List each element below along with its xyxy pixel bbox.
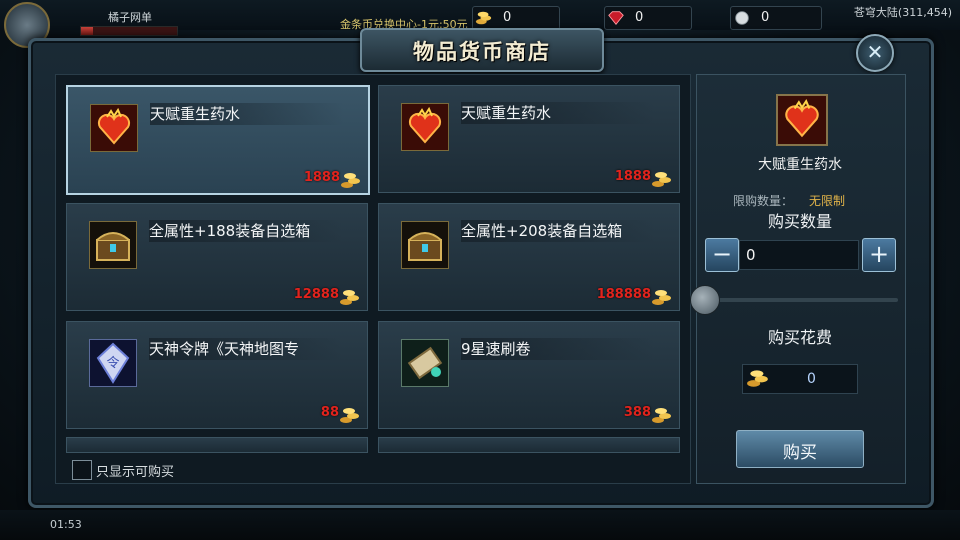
treasure-chest-icon: [89, 221, 137, 269]
item-price: 388: [623, 405, 651, 420]
item-name: 天赋重生药水: [150, 103, 344, 125]
item-name: 天赋重生药水: [461, 102, 655, 124]
potion-heart-icon: [401, 103, 449, 151]
item-card[interactable]: 天赋重生药水 1888: [66, 85, 370, 195]
shop-title-plate: 物品货币商店: [360, 28, 604, 72]
item-name: 天神令牌《天神地图专: [149, 338, 343, 360]
item-price: 1888: [303, 170, 340, 185]
decrease-quantity-button[interactable]: −: [705, 238, 739, 272]
gold-coin-icon: [652, 172, 671, 187]
plus-icon: +: [868, 240, 890, 268]
item-card[interactable]: 9星速刷卷 388: [378, 321, 680, 429]
item-card[interactable]: 全属性+208装备自选箱 188888: [378, 203, 680, 311]
item-card-partial[interactable]: [378, 437, 680, 453]
quantity-field[interactable]: 0: [739, 240, 859, 270]
minus-icon: −: [711, 240, 733, 268]
silver-currency: 0: [730, 6, 822, 30]
gold-coin-icon: [341, 173, 360, 188]
selected-item-name: 大赋重生药水: [758, 157, 842, 173]
silver-value: 0: [761, 10, 770, 25]
quantity-label: 购买数量: [767, 212, 832, 231]
silver-orb-icon: [735, 11, 749, 25]
purchasable-only-label: 只显示可购买: [96, 465, 175, 480]
gold-value: 0: [503, 10, 512, 25]
ruby-gem-icon: [608, 11, 624, 26]
item-price: 188888: [596, 287, 651, 302]
gem-currency: 0: [604, 6, 692, 30]
gold-coin-icon: [747, 370, 768, 387]
gold-coin-icon: [652, 290, 671, 305]
purchasable-only-checkbox[interactable]: [72, 460, 92, 480]
quantity-slider[interactable]: [700, 298, 898, 302]
item-card[interactable]: 令 天神令牌《天神地图专 88: [66, 321, 368, 429]
player-info[interactable]: 橘子网单: [0, 0, 300, 48]
gem-value: 0: [635, 10, 644, 25]
treasure-chest-icon: [401, 221, 449, 269]
buy-button[interactable]: 购买: [736, 430, 864, 468]
server-location: 苍穹大陆(311,454): [853, 6, 952, 19]
item-card[interactable]: 全属性+188装备自选箱 12888: [66, 203, 368, 311]
gold-currency: 0: [472, 6, 560, 30]
limit-value: 无限制: [809, 194, 846, 208]
svg-text:令: 令: [106, 356, 119, 371]
item-card-partial[interactable]: [66, 437, 368, 453]
token-icon: 令: [89, 339, 137, 387]
gold-coin-icon: [475, 11, 492, 25]
bottom-hud: [0, 510, 960, 540]
item-name: 9星速刷卷: [461, 338, 655, 360]
cost-label: 购买花费: [767, 328, 832, 347]
item-price: 1888: [614, 169, 651, 184]
item-list[interactable]: 天赋重生药水 1888 天赋重生药水 1888 全属性+188装备自选箱 128…: [55, 74, 691, 484]
quantity-slider-handle[interactable]: [690, 285, 720, 315]
potion-heart-icon: [90, 104, 138, 152]
item-card[interactable]: 天赋重生药水 1888: [378, 85, 680, 193]
item-name: 全属性+208装备自选箱: [461, 220, 655, 242]
shop-title: 物品货币商店: [413, 40, 551, 64]
increase-quantity-button[interactable]: +: [862, 238, 896, 272]
gold-coin-icon: [340, 408, 359, 423]
gold-coin-icon: [340, 290, 359, 305]
gold-coin-icon: [652, 408, 671, 423]
item-name: 全属性+188装备自选箱: [149, 220, 343, 242]
quantity-value: 0: [746, 246, 756, 264]
close-button[interactable]: ✕: [856, 34, 894, 72]
player-name: 橘子网单: [108, 11, 152, 24]
hp-bar: [80, 26, 178, 36]
clock: 01:53: [50, 518, 82, 531]
close-icon: ✕: [866, 40, 884, 64]
cost-value: 0: [807, 371, 816, 387]
item-price: 12888: [293, 287, 339, 302]
limit-label: 限购数量：: [733, 194, 794, 208]
scroll-icon: [401, 339, 449, 387]
item-price: 88: [320, 405, 339, 420]
potion-heart-icon: [776, 94, 828, 146]
buy-button-label: 购买: [783, 443, 817, 463]
